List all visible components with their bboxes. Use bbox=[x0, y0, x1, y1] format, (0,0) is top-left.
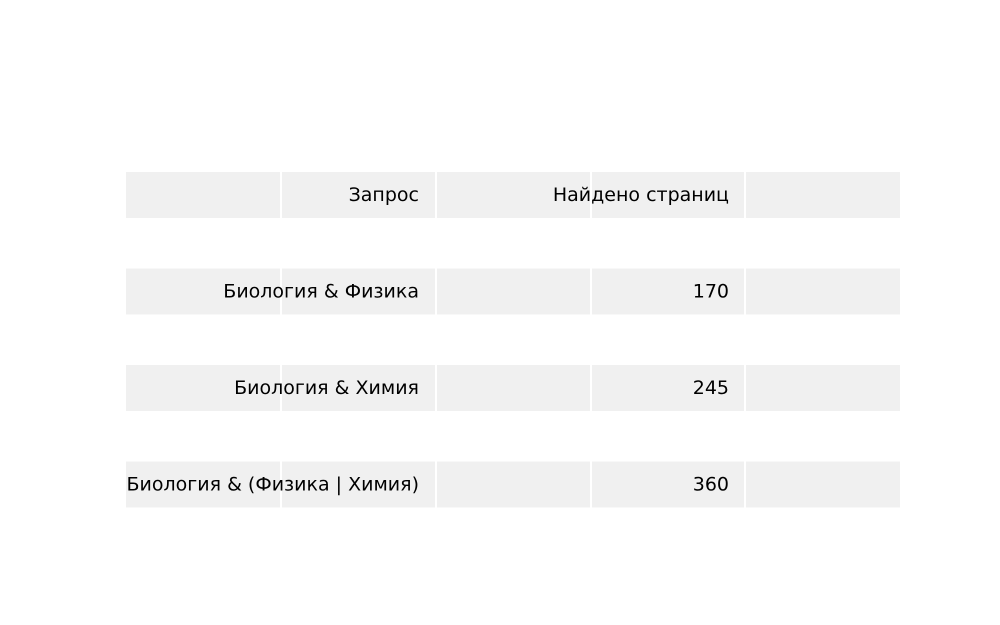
pages-count-cell: 360 bbox=[693, 474, 729, 496]
pages-count-cell: 245 bbox=[693, 377, 729, 399]
table-bands bbox=[126, 172, 900, 508]
query-cell: Биология & Физика bbox=[223, 281, 419, 303]
table-texts: Запрос Найдено страниц Биология & Физика 17… bbox=[127, 184, 730, 496]
query-cell: Биология & (Физика | Химия) bbox=[127, 474, 420, 496]
pages-count-cell: 170 bbox=[693, 281, 729, 303]
results-table: Запрос Найдено страниц Биология & Физика 17… bbox=[126, 172, 900, 508]
header-row-band bbox=[126, 172, 900, 218]
table-dividers bbox=[280, 172, 746, 508]
header-cell: Найдено страниц bbox=[553, 184, 729, 206]
query-cell: Биология & Химия bbox=[234, 377, 419, 399]
header-cell: Запрос bbox=[349, 184, 419, 206]
